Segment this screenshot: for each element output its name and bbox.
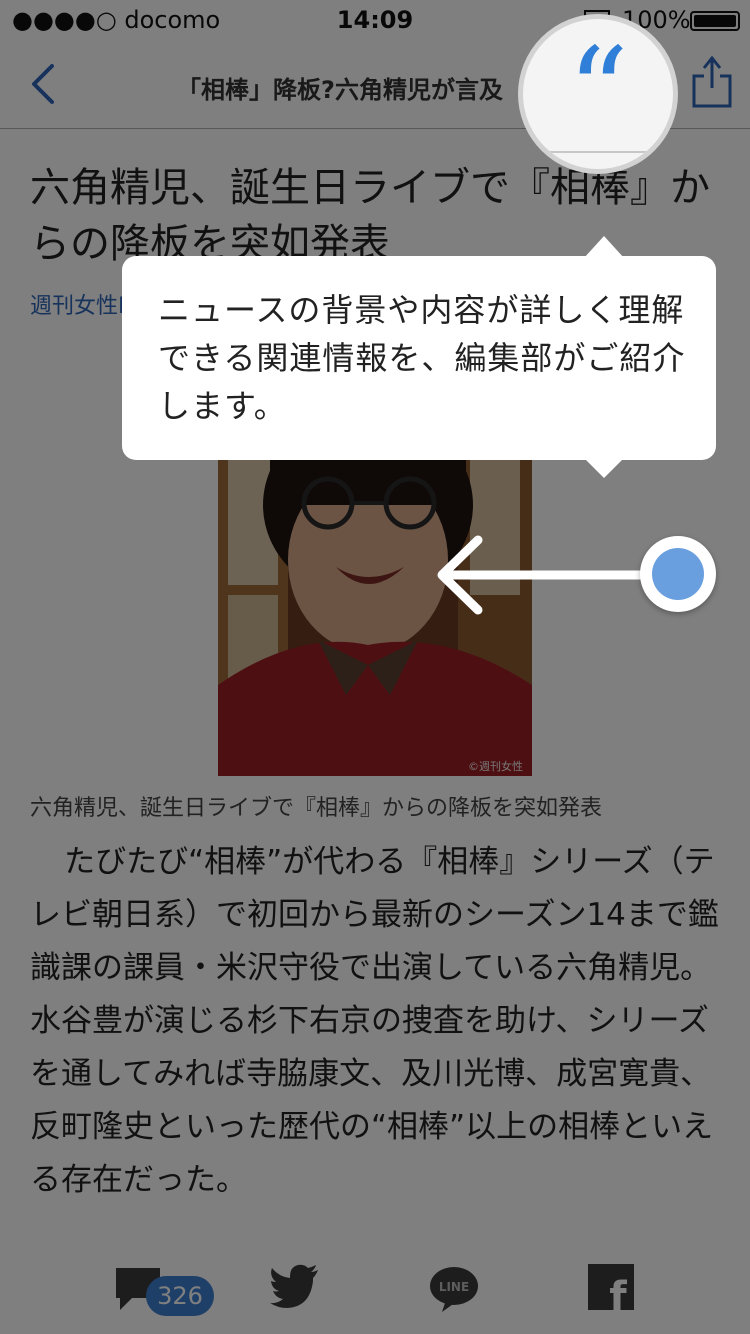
swipe-handle-dot[interactable] xyxy=(640,536,716,612)
tooltip-pointer-down xyxy=(584,458,624,478)
tutorial-overlay[interactable] xyxy=(0,0,750,1334)
quote-icon: “ xyxy=(567,23,629,162)
tooltip-pointer-up xyxy=(584,236,624,258)
tutorial-tooltip: ニュースの背景や内容が詳しく理解できる関連情報を、編集部がご紹介します。 xyxy=(122,256,716,460)
related-info-spotlight[interactable]: “ xyxy=(518,14,678,174)
tooltip-text: ニュースの背景や内容が詳しく理解できる関連情報を、編集部がご紹介します。 xyxy=(158,291,686,425)
spotlight-divider xyxy=(523,151,673,153)
